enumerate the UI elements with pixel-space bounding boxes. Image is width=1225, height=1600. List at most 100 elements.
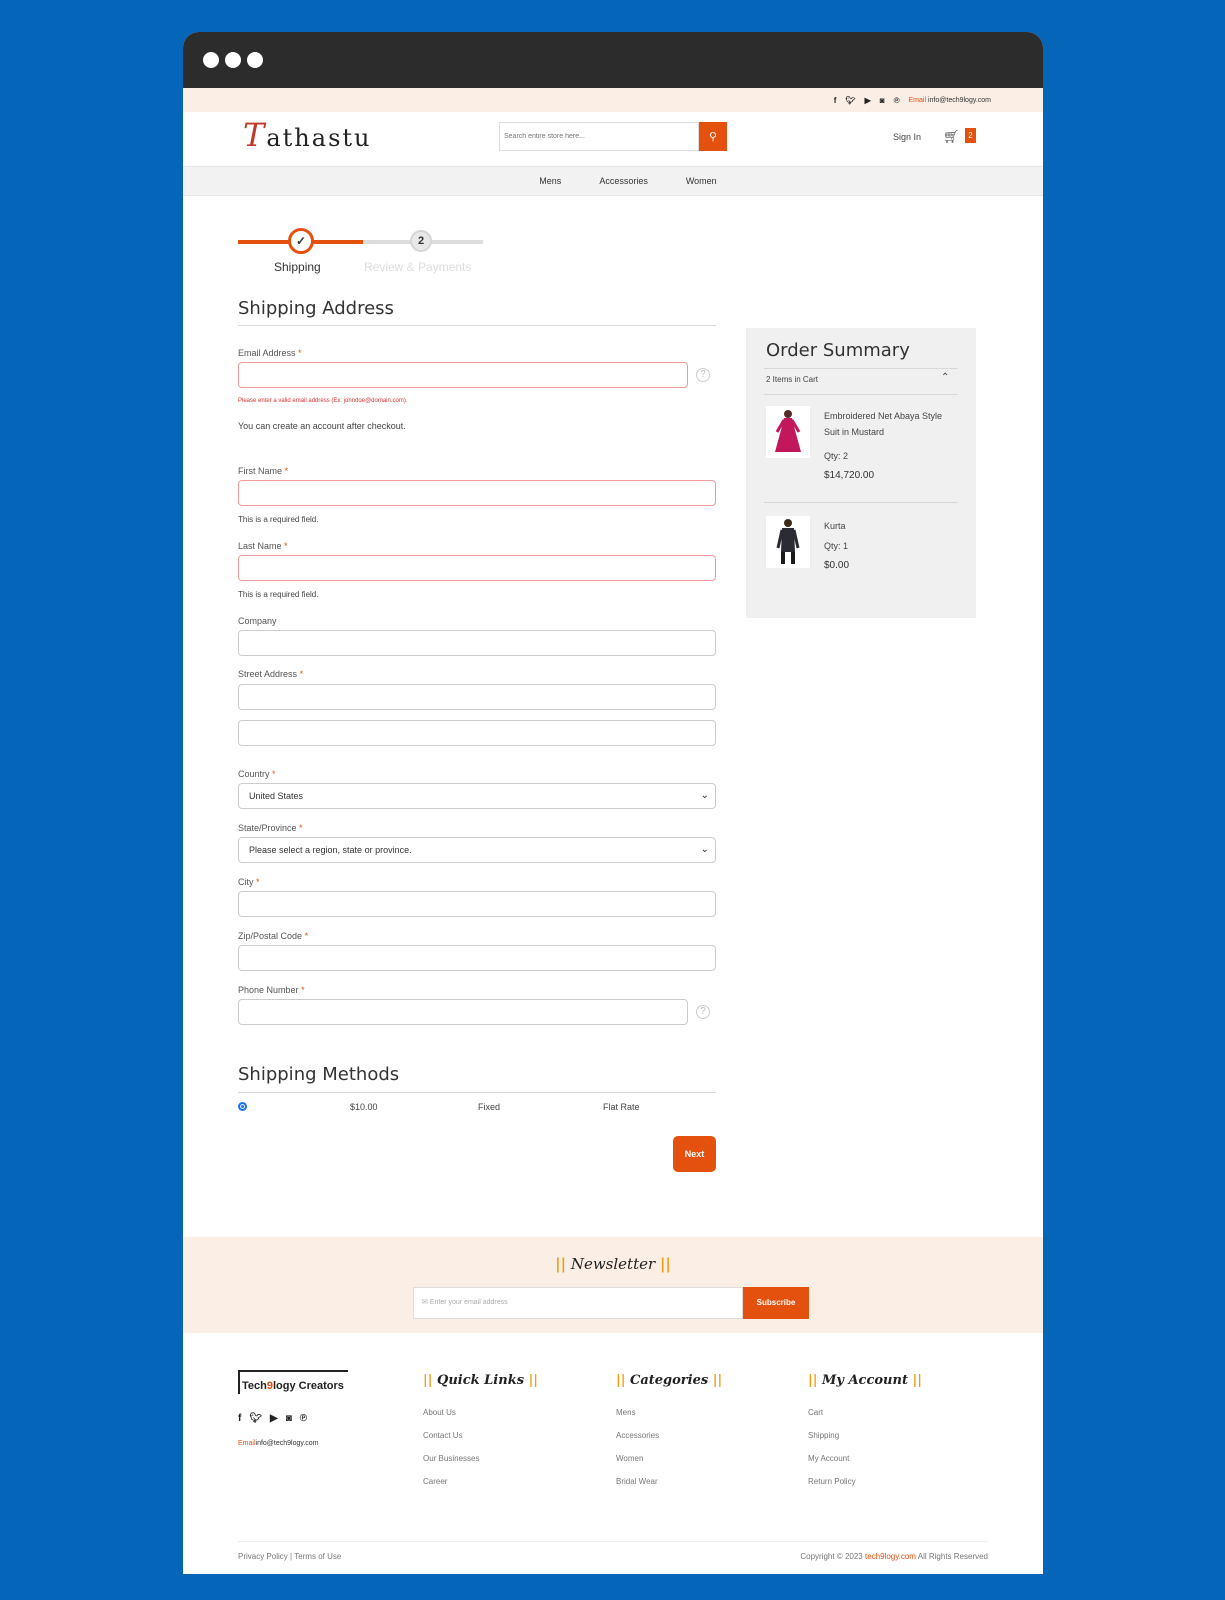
copy-brand[interactable]: tech9logy.com — [865, 1552, 916, 1561]
phone-field[interactable] — [238, 999, 688, 1025]
state-select[interactable]: Please select a region, state or provinc… — [238, 837, 716, 863]
site-header: Tathastu ⚲ Sign In 🛒︎ 2 — [183, 112, 1043, 166]
youtube-icon[interactable]: ▶ — [270, 1413, 286, 1424]
instagram-icon[interactable]: ◙ — [286, 1413, 300, 1424]
pinterest-icon[interactable]: ℗ — [300, 1413, 315, 1424]
title-text: Newsletter — [570, 1255, 656, 1273]
copy-pre: Copyright © 2023 — [800, 1552, 863, 1561]
quick-links-title: || Quick Links || — [423, 1373, 583, 1388]
logo-text: athastu — [266, 124, 372, 152]
footer-email[interactable]: Emailinfo@tech9logy.com — [238, 1440, 319, 1447]
youtube-icon[interactable]: ▶ — [865, 96, 871, 105]
window-dot-3[interactable] — [247, 52, 263, 68]
street-address-line1-field[interactable] — [238, 684, 716, 710]
first-name-field[interactable] — [238, 480, 716, 506]
footer-link[interactable]: Mens — [616, 1408, 776, 1417]
help-icon[interactable]: ? — [696, 1005, 710, 1019]
email-error: Please enter a valid email address (Ex: … — [238, 398, 408, 404]
email-value: info@tech9logy.com — [255, 1440, 319, 1447]
footer-link[interactable]: About Us — [423, 1408, 583, 1417]
chevron-down-icon: ⌄ — [700, 844, 709, 855]
nav-item-mens[interactable]: Mens — [539, 176, 561, 186]
footer-link[interactable]: Accessories — [616, 1431, 776, 1440]
window-dot-2[interactable] — [225, 52, 241, 68]
footer-link[interactable]: Our Businesses — [423, 1454, 583, 1463]
label-text: Street Address — [238, 669, 298, 679]
footer-link[interactable]: Women — [616, 1454, 776, 1463]
newsletter-title: || Newsletter || — [183, 1255, 1043, 1273]
label-text: State/Province — [238, 823, 297, 833]
pinterest-icon[interactable]: ℗ — [894, 96, 900, 105]
terms-of-use-link[interactable]: Terms of Use — [294, 1552, 341, 1561]
product-thumbnail[interactable] — [766, 406, 810, 458]
last-name-field[interactable] — [238, 555, 716, 581]
chevron-up-icon[interactable]: ⌃ — [941, 372, 949, 383]
divider — [238, 325, 716, 326]
placeholder-text: Enter your email address — [429, 1299, 508, 1306]
twitter-icon[interactable]: 🐦︎ — [249, 1413, 270, 1424]
privacy-policy-link[interactable]: Privacy Policy — [238, 1552, 288, 1561]
chevron-down-icon: ⌄ — [700, 790, 709, 801]
newsletter-email-input[interactable]: ✉ Enter your email address — [413, 1287, 743, 1319]
country-select[interactable]: United States ⌄ — [238, 783, 716, 809]
product-qty: Qty: 2 — [824, 451, 849, 461]
method-price: $10.00 — [350, 1102, 378, 1112]
footer-link[interactable]: Return Policy — [808, 1477, 968, 1486]
footer-link[interactable]: Cart — [808, 1408, 968, 1417]
subscribe-button[interactable]: Subscribe — [743, 1287, 809, 1319]
cart-items-count[interactable]: 2 Items in Cart — [766, 375, 818, 384]
divider — [764, 394, 958, 395]
first-name-label: First Name * — [238, 466, 288, 476]
phone-label: Phone Number * — [238, 985, 305, 995]
footer-link[interactable]: My Account — [808, 1454, 968, 1463]
help-icon[interactable]: ? — [696, 368, 710, 382]
footer-logo[interactable]: Tech9logy Creators — [238, 1370, 348, 1394]
shipping-address-title: Shipping Address — [238, 298, 394, 319]
footer-link[interactable]: Bridal Wear — [616, 1477, 776, 1486]
window-dot-1[interactable] — [203, 52, 219, 68]
instagram-icon[interactable]: ◙ — [880, 96, 885, 105]
facebook-icon[interactable]: f — [238, 1413, 249, 1424]
street-address-line2-field[interactable] — [238, 720, 716, 746]
site-logo[interactable]: Tathastu — [243, 116, 371, 154]
sign-in-link[interactable]: Sign In — [893, 132, 921, 142]
shipping-method-radio[interactable] — [238, 1102, 247, 1111]
company-field[interactable] — [238, 630, 716, 656]
title-bars: || — [555, 1255, 567, 1273]
street-label: Street Address * — [238, 669, 303, 679]
email-label: Email Address * — [238, 348, 302, 358]
nav-item-accessories[interactable]: Accessories — [599, 176, 648, 186]
label-text: Zip/Postal Code — [238, 931, 303, 941]
brand-a: Tech — [242, 1380, 267, 1392]
title-bars: || — [712, 1373, 723, 1388]
city-field[interactable] — [238, 891, 716, 917]
step-review-label: Review & Payments — [364, 260, 472, 274]
kurta-icon — [776, 519, 800, 564]
search-button[interactable]: ⚲ — [699, 122, 727, 151]
email-field[interactable] — [238, 362, 688, 388]
facebook-icon[interactable]: f — [834, 96, 837, 105]
cart-icon[interactable]: 🛒︎ — [943, 129, 960, 145]
next-button[interactable]: Next — [673, 1136, 716, 1172]
zip-label: Zip/Postal Code * — [238, 931, 308, 941]
step-shipping-label[interactable]: Shipping — [274, 260, 321, 274]
checkout-progress: ✓ 2 Shipping Review & Payments — [238, 228, 488, 278]
zip-field[interactable] — [238, 945, 716, 971]
state-label: State/Province * — [238, 823, 303, 833]
footer-link[interactable]: Career — [423, 1477, 583, 1486]
footer-link[interactable]: Contact Us — [423, 1431, 583, 1440]
search-input[interactable] — [499, 122, 699, 151]
divider — [238, 1092, 716, 1093]
product-thumbnail[interactable] — [766, 516, 810, 568]
country-label: Country * — [238, 769, 276, 779]
top-email[interactable]: Email info@tech9logy.com — [909, 97, 991, 104]
product-qty: Qty: 1 — [824, 541, 849, 551]
product-name[interactable]: Kurta — [824, 518, 944, 534]
twitter-icon[interactable]: 🐦︎ — [845, 96, 855, 105]
footer-link[interactable]: Shipping — [808, 1431, 968, 1440]
required-mark: * — [301, 985, 305, 995]
product-name[interactable]: Embroidered Net Abaya Style Suit in Must… — [824, 408, 944, 440]
nav-item-women[interactable]: Women — [686, 176, 717, 186]
my-account-column: || My Account || Cart Shipping My Accoun… — [808, 1373, 968, 1486]
label-text: Phone Number — [238, 985, 299, 995]
